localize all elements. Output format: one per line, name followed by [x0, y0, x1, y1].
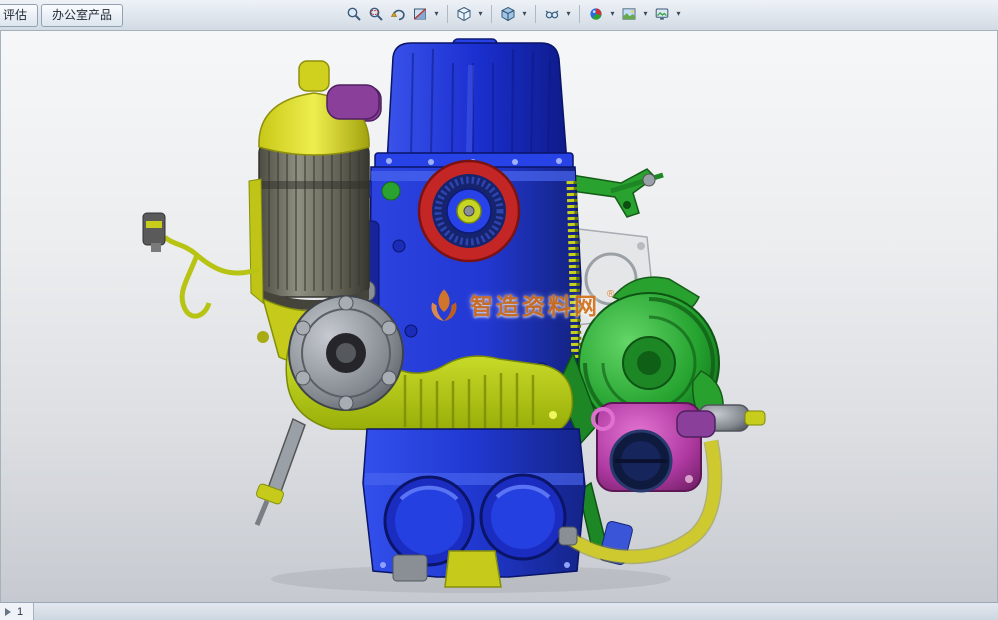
tab-evaluate[interactable]: 评估 — [0, 4, 38, 27]
section-view-icon[interactable] — [410, 3, 430, 25]
wiring-harness[interactable] — [143, 213, 259, 316]
top-toolbar: 评估 办公室产品 ▾ ▾ — [0, 0, 998, 31]
section-view-dropdown[interactable]: ▾ — [432, 3, 441, 25]
view-settings-icon[interactable] — [652, 3, 672, 25]
pump-flange[interactable] — [289, 296, 403, 410]
toolbar-separator — [491, 5, 492, 23]
model-tab[interactable]: 1 — [0, 603, 34, 620]
edit-appearance-dropdown[interactable]: ▾ — [608, 3, 617, 25]
command-tabs: 评估 办公室产品 — [0, 0, 123, 30]
tab-office-products[interactable]: 办公室产品 — [41, 4, 123, 27]
previous-view-icon[interactable] — [388, 3, 408, 25]
toolbar-separator — [535, 5, 536, 23]
status-bar: 1 — [0, 602, 998, 620]
crank-seal[interactable] — [419, 161, 519, 261]
view-orientation-dropdown[interactable]: ▾ — [476, 3, 485, 25]
hide-show-items-icon[interactable] — [542, 3, 562, 25]
display-style-icon[interactable] — [498, 3, 518, 25]
dipstick-tube[interactable] — [255, 419, 305, 525]
zoom-to-fit-icon[interactable] — [344, 3, 364, 25]
toolbar-separator — [579, 5, 580, 23]
engine-model[interactable] — [1, 31, 998, 602]
zoom-to-area-icon[interactable] — [366, 3, 386, 25]
apply-scene-icon[interactable] — [619, 3, 639, 25]
graphics-viewport[interactable]: 智造资料网 ® — [0, 31, 998, 602]
toolbar-separator — [447, 5, 448, 23]
heads-up-view-toolbar: ▾ ▾ ▾ ▾ ▾ ▾ — [344, 3, 683, 25]
view-settings-dropdown[interactable]: ▾ — [674, 3, 683, 25]
solidworks-window: 评估 办公室产品 ▾ ▾ — [0, 0, 998, 620]
filter-cap[interactable] — [327, 85, 379, 119]
model-tab-label: 1 — [17, 606, 23, 618]
tab-nav-icon — [5, 608, 11, 616]
display-style-dropdown[interactable]: ▾ — [520, 3, 529, 25]
hide-show-items-dropdown[interactable]: ▾ — [564, 3, 573, 25]
view-orientation-icon[interactable] — [454, 3, 474, 25]
edit-appearance-icon[interactable] — [586, 3, 606, 25]
apply-scene-dropdown[interactable]: ▾ — [641, 3, 650, 25]
